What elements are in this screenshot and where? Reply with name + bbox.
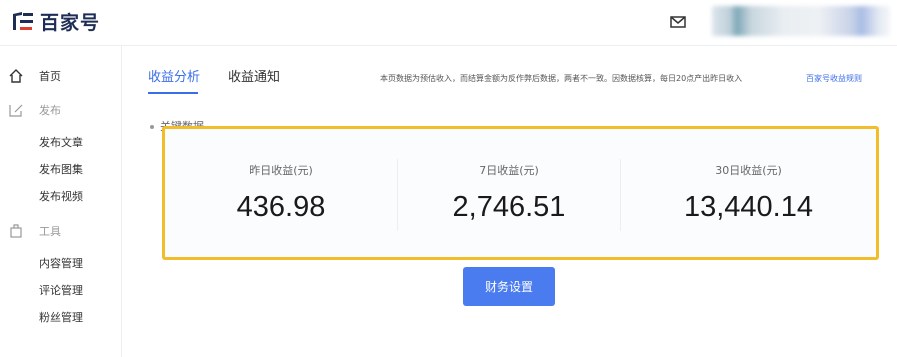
sidebar-item-publish-gallery[interactable]: 发布图集 [39,161,83,177]
home-icon [9,69,23,83]
stat-label: 30日收益(元) [715,164,782,177]
stat-label: 7日收益(元) [479,164,539,177]
tab-revenue-notification[interactable]: 收益通知 [228,66,280,85]
sidebar-item-publish-article[interactable]: 发布文章 [39,134,83,150]
toolbox-icon [10,224,22,238]
stat-label: 昨日收益(元) [249,164,313,177]
top-header: 百家号 [0,0,897,46]
mail-icon[interactable] [669,13,687,31]
sidebar-group-label: 工具 [39,225,61,238]
logo-icon [13,11,33,30]
stat-value: 436.98 [236,191,326,223]
bullet-icon [150,125,154,129]
sidebar-item-comment-management[interactable]: 评论管理 [39,282,83,298]
key-stats-panel: 昨日收益(元) 436.98 7日收益(元) 2,746.51 30日收益(元)… [162,126,879,260]
stat-7-days: 7日收益(元) 2,746.51 [398,129,620,257]
stat-value: 2,746.51 [452,191,566,223]
sidebar-item-home[interactable]: 首页 [0,63,121,89]
sidebar-group-tools: 工具 [0,218,121,244]
sidebar-group-label: 发布 [39,104,61,117]
brand-name: 百家号 [40,12,101,34]
sidebar: 首页 发布 发布文章 发布图集 发布视频 工具 内容管理 评论管理 粉丝管理 [0,46,122,357]
user-profile-blurred[interactable] [712,6,890,36]
stat-value: 13,440.14 [683,191,813,223]
revenue-rules-link[interactable]: 百家号收益规则 [806,73,862,84]
sidebar-item-fan-management[interactable]: 粉丝管理 [39,309,83,325]
revenue-notice-text: 本页数据为预估收入，而结算金额为反作弊后数据，两者不一致。因数据核算，每日20点… [380,74,743,83]
sidebar-item-publish-video[interactable]: 发布视频 [39,188,83,204]
brand-logo[interactable]: 百家号 [10,8,100,35]
sidebar-item-label: 首页 [39,70,61,83]
edit-icon [9,104,23,117]
finance-settings-button[interactable]: 财务设置 [463,267,555,306]
active-tab-indicator [148,92,198,94]
stat-30-days: 30日收益(元) 13,440.14 [621,129,876,257]
tab-revenue-analysis[interactable]: 收益分析 [148,66,200,85]
sidebar-group-publish: 发布 [0,97,121,123]
sidebar-item-content-management[interactable]: 内容管理 [39,255,83,271]
stat-yesterday: 昨日收益(元) 436.98 [165,129,397,257]
